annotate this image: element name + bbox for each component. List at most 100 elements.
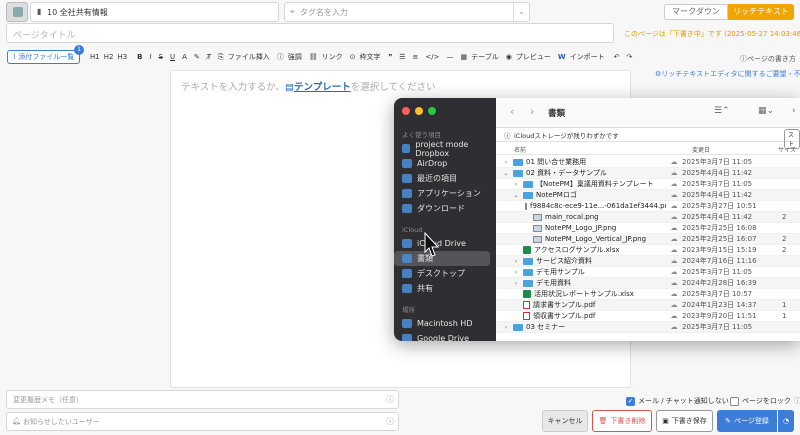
schedule-button[interactable]: ◔ (778, 410, 794, 432)
file-row[interactable]: アクセスログサンプル.xlsx ☁ 2023年9月15日 15:19 2 (496, 245, 800, 256)
code-block-button[interactable]: </> (425, 53, 439, 61)
file-row[interactable]: › 01 問い合せ業務用 ☁ 2025年3月7日 11:05 (496, 157, 800, 168)
clear-format-icon[interactable]: T̸ (207, 53, 211, 61)
strike-button[interactable]: S (159, 53, 163, 61)
file-row[interactable]: 請求書サンプル.pdf ☁ 2024年1月23日 14:37 1 (496, 300, 800, 311)
file-row[interactable]: › サービス紹介資料 ☁ 2024年7月16日 11:16 (496, 256, 800, 267)
h1-button[interactable]: H1 (90, 53, 100, 61)
sidebar-item[interactable]: Google Drive (394, 331, 490, 341)
sidebar-item[interactable]: AirDrop (394, 156, 490, 171)
disclosure-icon[interactable]: › (512, 181, 520, 188)
template-link[interactable]: テンプレート (294, 82, 351, 93)
lock-page-checkbox[interactable] (730, 396, 739, 406)
help-icon[interactable]: ⓘ (386, 394, 394, 405)
chevron-down-icon[interactable]: ⌄ (513, 3, 529, 21)
page-title-input[interactable]: ページタイトル (6, 23, 614, 43)
link-button[interactable]: リンク (322, 52, 343, 62)
file-row[interactable]: main_rocal.png ☁ 2025年4月4日 11:42 2 (496, 212, 800, 223)
h2-button[interactable]: H2 (104, 53, 114, 61)
help-icon[interactable]: ⓘ (386, 416, 394, 427)
help-icon[interactable]: ⓘ (794, 396, 800, 406)
attach-files-button[interactable]: ⌇ 添付ファイル一覧 (7, 50, 80, 64)
preview-button[interactable]: プレビュー (516, 52, 551, 62)
column-date[interactable]: 変更日 (692, 145, 710, 154)
file-name: デモ用サンプル (536, 268, 585, 276)
hr-button[interactable]: — (447, 53, 454, 61)
file-row[interactable]: › デモ用サンプル ☁ 2025年3月7日 11:05 (496, 267, 800, 278)
file-row[interactable]: NotePM_Logo_JP.png ☁ 2025年2月25日 16:08 (496, 223, 800, 234)
register-page-button[interactable]: ✎ ページ登録 (717, 410, 777, 432)
h3-button[interactable]: H3 (117, 53, 127, 61)
bullet-list-button[interactable]: ☰ (399, 53, 405, 61)
sidebar-item[interactable]: 最近の項目 (394, 171, 490, 186)
file-row[interactable]: › 03 セミナー ☁ 2025年3月7日 11:05 (496, 322, 800, 333)
zoom-window-button[interactable] (428, 107, 436, 115)
forward-icon[interactable]: › (530, 105, 534, 118)
redo-icon[interactable]: ↷ (626, 53, 632, 61)
mail-notify-checkbox[interactable]: ✓ (626, 396, 635, 406)
file-row[interactable]: 活用状況レポートサンプル.xlsx ☁ 2025年3月7日 10:57 (496, 289, 800, 300)
finder-window[interactable]: よく使う項目 project mode Dropbox AirDrop 最近の項目ア… (394, 98, 800, 341)
file-row[interactable]: 領収書サンプル.pdf ☁ 2023年9月20日 11:51 1 (496, 311, 800, 322)
disclosure-icon[interactable]: ⌄ (502, 170, 510, 177)
inline-code-button[interactable]: 枠文字 (359, 52, 380, 62)
sidebar-item[interactable]: Macintosh HD (394, 316, 490, 331)
sidebar-item[interactable]: ダウンロード (394, 201, 490, 216)
list-view-icon[interactable]: ☰⌃ (714, 106, 730, 116)
how-to-write-link[interactable]: ⓘページの書き方 (740, 54, 796, 64)
column-name[interactable]: 名前 (514, 145, 526, 154)
sidebar-item[interactable]: project mode Dropbox (394, 140, 490, 158)
disclosure-icon[interactable]: › (512, 258, 520, 265)
sidebar-item[interactable]: 共有 (394, 281, 490, 296)
file-row[interactable]: › 【NotePM】稟議用資料テンプレート ☁ 2025年3月7日 11:05 (496, 179, 800, 190)
minimize-window-button[interactable] (415, 107, 423, 115)
file-row[interactable]: f9884c8c-ece9-11e...-061da1ef3444.png ☁ 20… (496, 201, 800, 212)
app-logo[interactable] (6, 2, 28, 22)
grid-view-icon[interactable]: ▦⌄ (758, 106, 774, 116)
table-button[interactable]: テーブル (471, 52, 499, 62)
file-date: 2025年3月7日 11:05 (682, 268, 753, 276)
close-window-button[interactable] (402, 107, 410, 115)
feedback-link[interactable]: ⚙リッチテキストエディタに関するご要望・不具合 (655, 69, 800, 79)
file-row[interactable]: ⌄ NotePMロゴ ☁ 2025年4月4日 11:42 (496, 190, 800, 201)
disclosure-icon[interactable]: › (502, 159, 510, 166)
italic-button[interactable]: I (150, 53, 152, 61)
folder-select[interactable]: ▮ 10 全社共有情報 (30, 2, 279, 22)
more-icon[interactable]: › (792, 106, 796, 116)
lock-page-option[interactable]: ページをロック ⓘ (730, 396, 800, 406)
file-insert-button[interactable]: ファイル挿入 (228, 52, 270, 62)
file-row[interactable]: › デモ用資料 ☁ 2024年2月28日 16:39 (496, 278, 800, 289)
quote-button[interactable]: ❞ (388, 53, 392, 61)
numbered-list-button[interactable]: ≡ (413, 53, 419, 61)
underline-button[interactable]: U (170, 53, 175, 61)
undo-icon[interactable]: ↶ (614, 53, 620, 61)
change-memo-input[interactable]: 変更履歴メモ（任意） ⓘ (6, 390, 399, 409)
tag-input[interactable]: ⌖ タグ名を入力 ⌄ (284, 2, 530, 22)
disclosure-icon[interactable]: › (512, 280, 520, 287)
back-icon[interactable]: ‹ (510, 105, 514, 118)
notify-users-input[interactable]: 🔔︎ お知らせしたいユーザー ⓘ (6, 412, 399, 431)
sidebar-item[interactable]: iCloud Drive (394, 236, 490, 251)
disclosure-icon[interactable]: ⌄ (512, 192, 520, 199)
column-size[interactable]: サイズ (778, 145, 796, 154)
tab-markdown[interactable]: マークダウン (664, 4, 728, 20)
mail-notify-option[interactable]: ✓ メール / チャット通知しない (626, 396, 729, 406)
file-date: 2024年1月23日 14:37 (682, 301, 757, 309)
sidebar-item[interactable]: アプリケーション (394, 186, 490, 201)
sidebar-item[interactable]: デスクトップ (394, 266, 490, 281)
delete-draft-button[interactable]: 🗑︎ 下書き削除 (592, 410, 652, 432)
save-draft-button[interactable]: ▣ 下書き保存 (656, 410, 713, 432)
file-row[interactable]: ⌄ 02 資料・データサンプル ☁ 2025年4月4日 11:42 (496, 168, 800, 179)
import-button[interactable]: インポート (570, 52, 605, 62)
tab-richtext[interactable]: リッチテキスト (728, 4, 794, 20)
disclosure-icon[interactable]: › (502, 324, 510, 331)
highlight-icon[interactable]: ✎ (194, 53, 200, 61)
bold-button[interactable]: B (137, 53, 142, 61)
emphasis-button[interactable]: 強調 (288, 52, 302, 62)
sidebar-item[interactable]: 書類 (394, 251, 490, 266)
text-color-icon[interactable]: A (182, 53, 187, 61)
file-row[interactable]: NotePM_Logo_Vertical_JP.png ☁ 2025年2月25日 1… (496, 234, 800, 245)
file-name: 領収書サンプル.pdf (533, 312, 596, 320)
disclosure-icon[interactable]: › (512, 269, 520, 276)
cancel-button[interactable]: キャンセル (542, 410, 588, 432)
